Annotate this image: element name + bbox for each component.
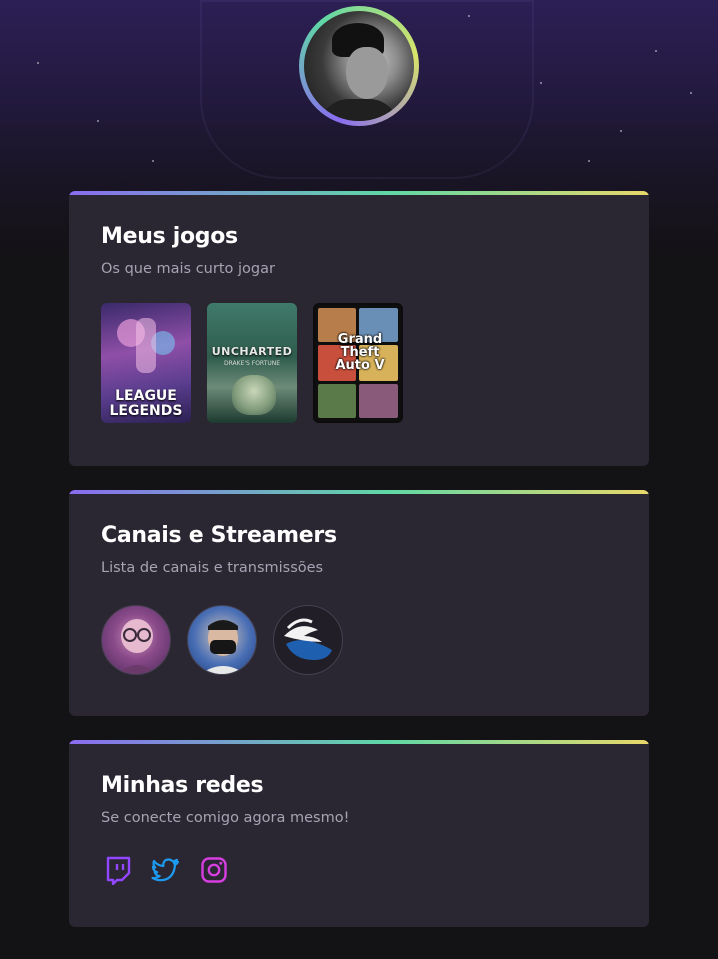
star bbox=[540, 82, 542, 84]
gradient-bar bbox=[69, 191, 649, 195]
card-subtitle: Os que mais curto jogar bbox=[101, 261, 275, 277]
game-league-of-legends[interactable]: LEAGUE LEGENDS bbox=[101, 303, 191, 423]
card-subtitle: Se conecte comigo agora mesmo! bbox=[101, 810, 350, 826]
twitter-icon[interactable] bbox=[151, 855, 181, 885]
star bbox=[152, 160, 154, 162]
card-title: Canais e Streamers bbox=[101, 523, 337, 548]
avatar-face bbox=[346, 47, 388, 99]
card-title: Minhas redes bbox=[101, 773, 264, 798]
star bbox=[37, 62, 39, 64]
gta-tile bbox=[359, 384, 398, 418]
game-gta-v[interactable]: Grand Theft Auto V bbox=[313, 303, 403, 423]
lol-label-line2: LEGENDS bbox=[109, 403, 183, 419]
card-title: Meus jogos bbox=[101, 224, 238, 249]
instagram-icon[interactable] bbox=[199, 855, 229, 885]
star bbox=[588, 160, 590, 162]
card-subtitle: Lista de canais e transmissões bbox=[101, 560, 324, 576]
game-label: LEAGUE LEGENDS bbox=[101, 389, 191, 419]
game-uncharted[interactable]: UNCHARTED DRAKE'S FORTUNE bbox=[207, 303, 297, 423]
streamer-2-art bbox=[200, 620, 246, 674]
social-card: Minhas redes Se conecte comigo agora mes… bbox=[69, 740, 649, 927]
games-card: Meus jogos Os que mais curto jogar LEAGU… bbox=[69, 191, 649, 466]
game-sublabel: DRAKE'S FORTUNE bbox=[224, 360, 280, 367]
avatar-photo bbox=[304, 11, 414, 121]
gta-tile bbox=[318, 384, 356, 418]
streamer-1-art bbox=[118, 619, 156, 674]
game-label: UNCHARTED bbox=[211, 345, 293, 358]
star bbox=[690, 92, 692, 94]
gradient-bar bbox=[69, 490, 649, 494]
skull-art-icon bbox=[232, 375, 276, 415]
star bbox=[620, 130, 622, 132]
star bbox=[468, 15, 470, 17]
star bbox=[97, 120, 99, 122]
twitch-icon[interactable] bbox=[103, 855, 133, 885]
streamer-avatar-2[interactable] bbox=[187, 605, 257, 675]
lol-art-icon bbox=[117, 318, 175, 373]
avatar-shirt bbox=[319, 99, 399, 121]
star bbox=[655, 50, 657, 52]
lol-label-line1: LEAGUE bbox=[115, 388, 177, 404]
streamer-avatar-1[interactable] bbox=[101, 605, 171, 675]
profile-avatar[interactable] bbox=[299, 6, 419, 126]
gta-label-line3: Auto V bbox=[335, 358, 385, 373]
streamers-card: Canais e Streamers Lista de canais e tra… bbox=[69, 490, 649, 716]
streamer-avatar-3[interactable] bbox=[273, 605, 343, 675]
winged-shoe-icon bbox=[284, 618, 332, 660]
game-label: Grand Theft Auto V bbox=[331, 333, 389, 372]
gradient-bar bbox=[69, 740, 649, 744]
